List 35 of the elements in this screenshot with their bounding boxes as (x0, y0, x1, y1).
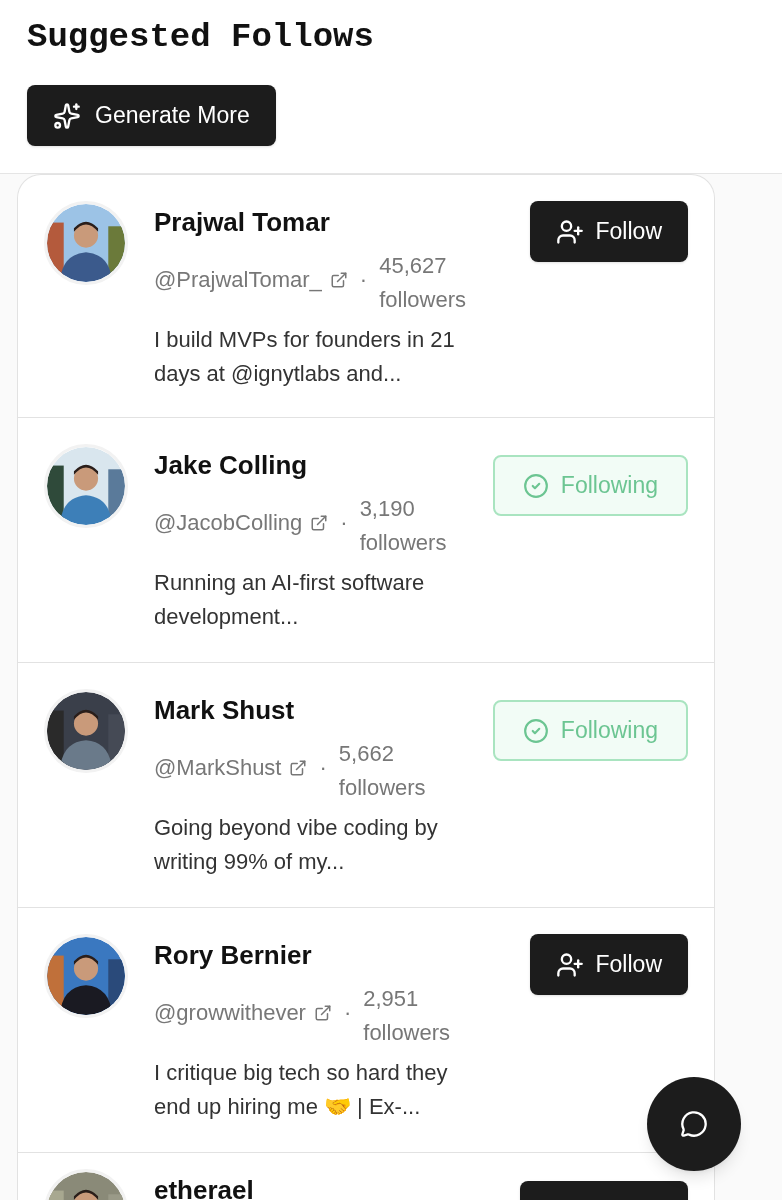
external-link-icon (289, 759, 308, 777)
user-name: Mark Shust (154, 694, 296, 727)
user-bio: Going beyond vibe coding by writing 99% of my... (154, 814, 439, 876)
follower-count: 5,662 followers (338, 740, 427, 802)
follower-count: 3,190 followers (359, 495, 448, 557)
generate-more-button[interactable]: Generate More (27, 85, 276, 146)
user-name: Prajwal Tomar (154, 206, 331, 239)
user-handle-link[interactable]: @PrajwalTomar_ (154, 263, 322, 297)
external-link-icon (310, 514, 329, 532)
page-title: Suggested Follows (27, 17, 374, 58)
separator: · (340, 509, 348, 537)
separator: · (359, 266, 368, 294)
user-plus-icon (555, 217, 584, 246)
user-name: Rory Bernier (154, 939, 313, 972)
user-handle-link[interactable]: @JacobColling (154, 506, 303, 540)
user-plus-icon (555, 950, 584, 979)
follower-count: 2,951 followers (363, 985, 452, 1047)
follow-button[interactable]: Follow (529, 201, 688, 262)
separator: · (343, 999, 352, 1027)
user-name: etherael (154, 1174, 255, 1200)
user-bio: I critique big tech so hard they end up hiring me 🤝 | Ex-... (154, 1059, 449, 1121)
external-link-icon (313, 1004, 332, 1022)
user-bio: I build MVPs for founders in 21 days at @ignytlabs and... (154, 326, 456, 388)
check-circle-icon (522, 717, 549, 744)
separator: · (319, 754, 327, 782)
follower-count: 45,627 followers (379, 252, 467, 314)
user-bio: Running an AI-first software development... (154, 569, 426, 631)
follow-button[interactable]: Follow (529, 934, 688, 995)
chat-icon (680, 1110, 708, 1138)
sparkles-icon (53, 101, 81, 130)
user-name: Jake Colling (154, 449, 309, 482)
user-handle-link[interactable]: @growwithever (154, 996, 306, 1030)
check-circle-icon (522, 472, 549, 499)
user-handle-link[interactable]: @MarkShust (154, 751, 282, 785)
external-link-icon (329, 271, 348, 289)
